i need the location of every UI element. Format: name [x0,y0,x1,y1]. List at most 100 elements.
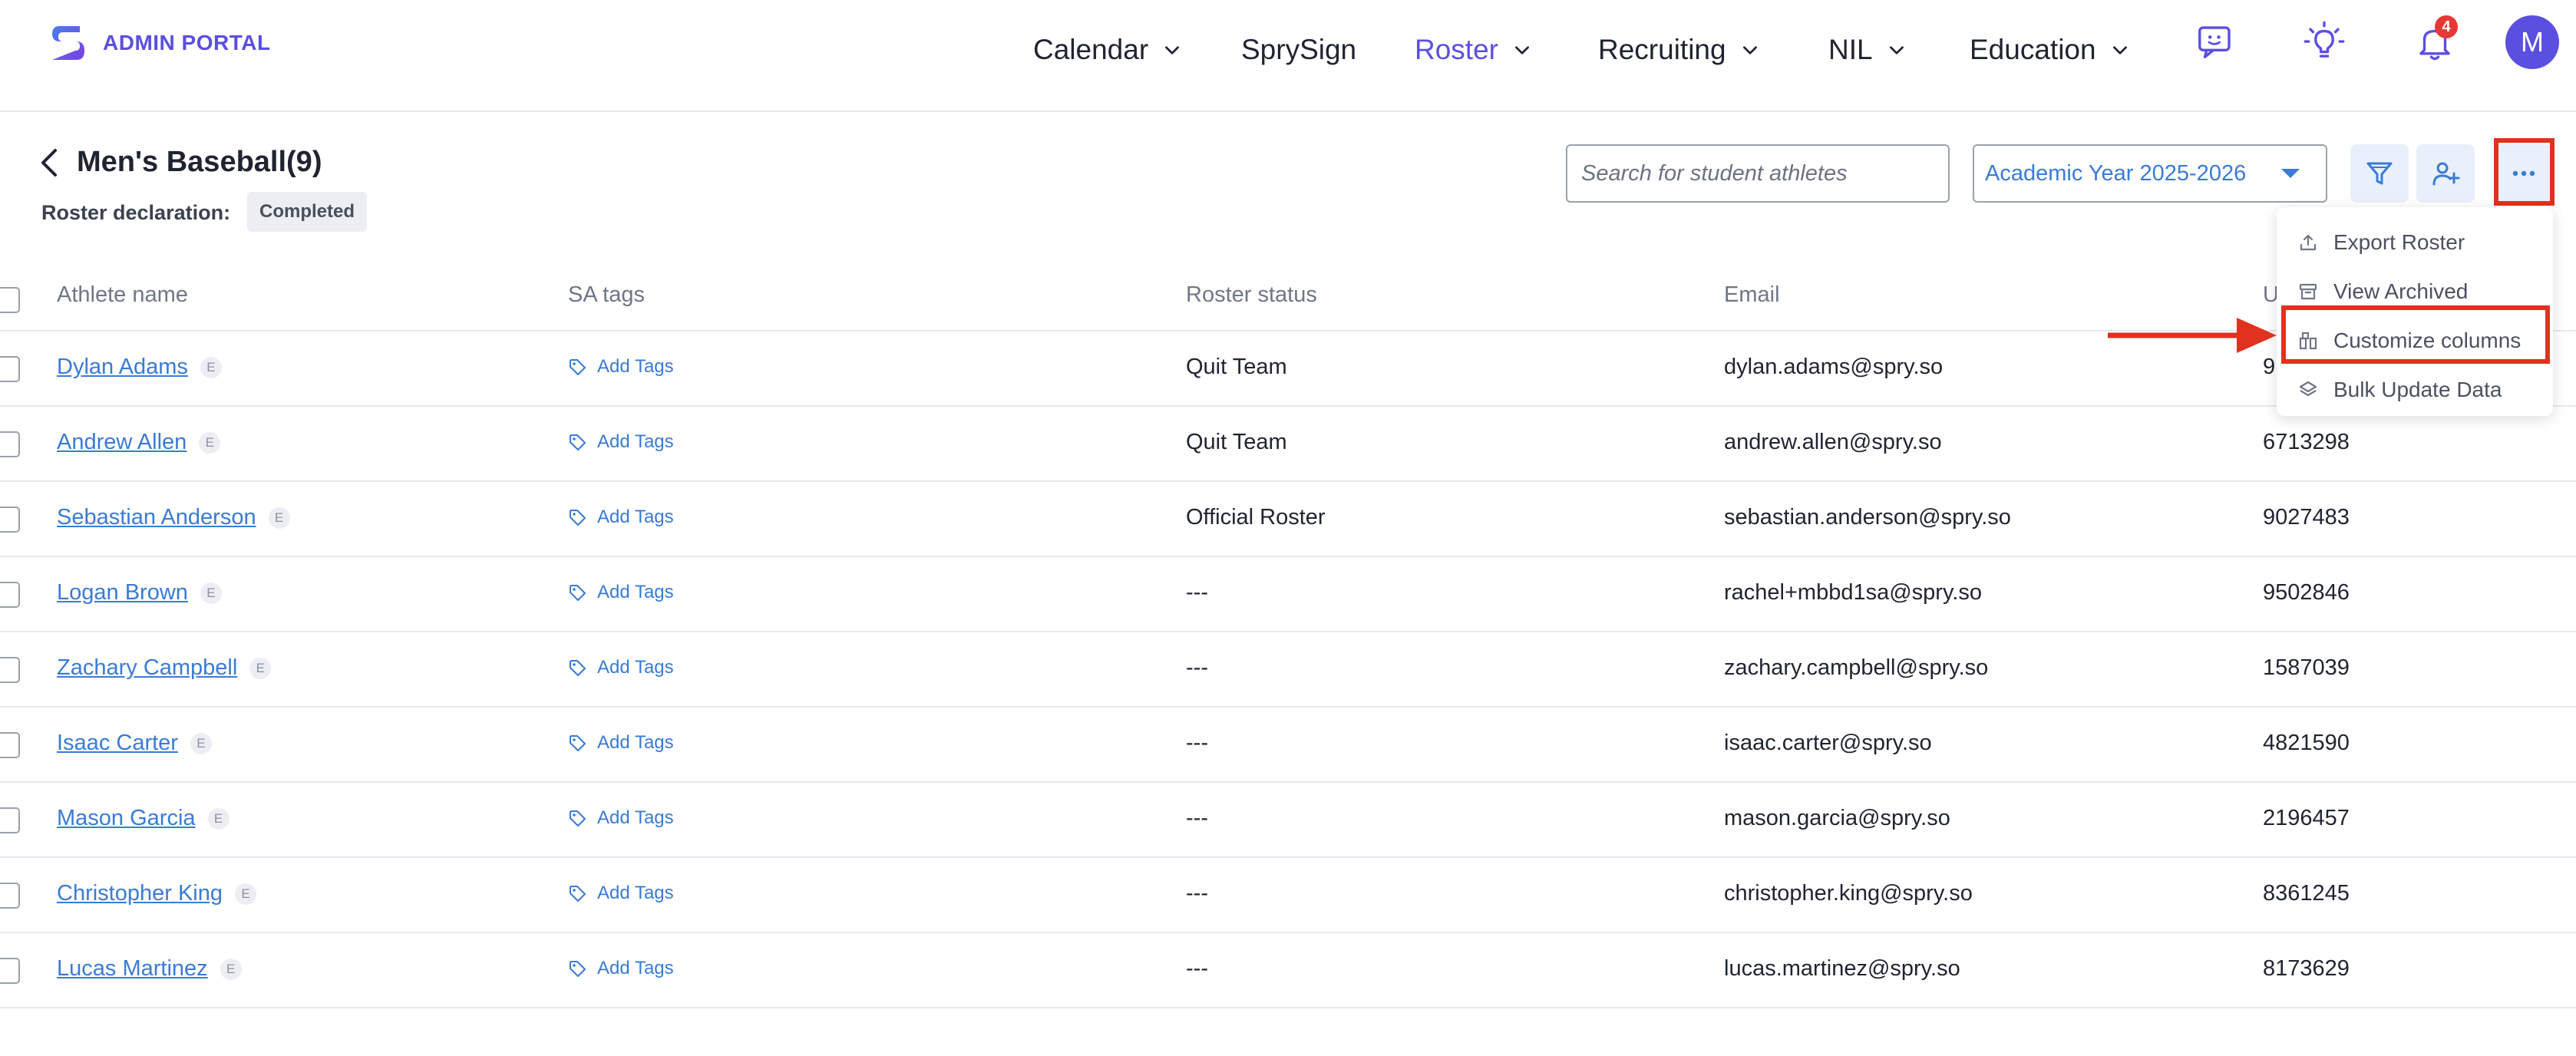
nav-calendar[interactable]: Calendar [1033,31,1182,69]
chevron-down-icon [1742,46,1757,54]
tag-icon [570,961,586,977]
chevron-down-icon [2112,46,2127,54]
more-options-highlight-box [2494,138,2555,206]
id-cell: 4821590 [2263,731,2350,755]
add-tags-button[interactable]: Add Tags [568,807,674,829]
athlete-name: Zachary Campbell [57,655,238,680]
add-tags-label: Add Tags [597,807,674,828]
column-header-roster-status[interactable]: Roster status [1186,282,1317,308]
bell-icon[interactable]: 4 [2410,15,2459,66]
menu-item-export-roster[interactable]: Export Roster [2298,223,2465,262]
customize-columns-highlight-box [2281,305,2550,364]
roster-status-cell: Quit Team [1186,355,1287,379]
select-all-checkbox[interactable] [0,287,20,313]
back-arrow-icon[interactable] [35,146,63,180]
filter-icon [2366,162,2393,185]
layers-icon [2299,381,2317,397]
red-pointer-arrow-icon [2108,318,2277,353]
brand[interactable]: ADMIN PORTAL [49,23,271,63]
row-checkbox[interactable] [0,657,20,683]
nav-recruiting-label: Recruiting [1598,34,1726,65]
column-header-sa-tags[interactable]: SA tags [568,282,645,308]
add-user-icon [2432,162,2460,186]
nav-education-label: Education [1970,34,2096,65]
table-row: Isaac Carter E Add Tags --- isaac.carter@spr… [0,708,2576,783]
athlete-name-link[interactable]: Zachary Campbell E [57,655,272,681]
academic-year-value: Academic Year 2025-2026 [1985,160,2247,186]
row-checkbox[interactable] [0,732,20,758]
chevron-down-icon [1515,46,1529,54]
search-input[interactable] [1566,144,1950,203]
row-checkbox[interactable] [0,807,20,833]
nav-nil[interactable]: NIL [1828,31,1907,69]
add-tags-button[interactable]: Add Tags [568,582,674,603]
tag-icon [570,660,586,676]
email-cell: sebastian.anderson@spry.so [1724,505,2011,530]
nav-calendar-label: Calendar [1033,34,1149,65]
add-tags-button[interactable]: Add Tags [568,657,674,678]
column-header-athlete-name[interactable]: Athlete name [57,282,188,308]
athlete-name-link[interactable]: Isaac Carter E [57,731,212,756]
athlete-name-link[interactable]: Logan Brown E [57,580,222,606]
menu-item-bulk-update-data[interactable]: Bulk Update Data [2298,370,2502,410]
nav-sprysign[interactable]: SprySign [1241,31,1356,69]
add-tags-button[interactable]: Add Tags [568,732,674,754]
athlete-name-link[interactable]: Andrew Allen E [57,430,221,455]
add-tags-label: Add Tags [597,883,674,903]
eligibility-badge: E [200,357,222,379]
add-tags-button[interactable]: Add Tags [568,883,674,904]
email-cell: andrew.allen@spry.so [1724,430,1942,454]
row-checkbox[interactable] [0,883,20,909]
id-cell: 1587039 [2263,655,2350,680]
add-tags-button[interactable]: Add Tags [568,431,674,453]
eligibility-badge: E [190,733,212,755]
athlete-name-link[interactable]: Mason Garcia E [57,806,230,831]
athlete-name-link[interactable]: Dylan Adams E [57,355,222,380]
roster-status-cell: Official Roster [1186,505,1326,530]
tag-icon [570,434,586,450]
nav-recruiting[interactable]: Recruiting [1598,31,1760,69]
eligibility-badge: E [220,959,242,981]
tag-icon [570,585,586,601]
add-tags-label: Add Tags [597,507,674,527]
id-cell: 9502846 [2263,580,2350,605]
top-navigation: ADMIN PORTAL Calendar SprySign Roster Re… [0,0,2576,112]
id-cell: 9 [2263,355,2276,379]
add-tags-button[interactable]: Add Tags [568,958,674,979]
filter-button[interactable] [2350,144,2409,203]
athlete-name: Christopher King [57,881,223,906]
nav-roster[interactable]: Roster [1415,31,1532,69]
email-cell: lucas.martinez@spry.so [1724,956,1960,981]
dropdown-caret-icon [2281,169,2300,178]
athlete-name-link[interactable]: Christopher King E [57,881,256,906]
table-row: Christopher King E Add Tags --- christopher.… [0,858,2576,933]
brand-logo-icon [52,26,84,60]
lightbulb-icon[interactable] [2300,17,2349,66]
academic-year-select[interactable]: Academic Year 2025-2026 [1973,144,2327,203]
table-row: Lucas Martinez E Add Tags --- lucas.martinez… [0,933,2576,1008]
roster-status-cell: --- [1186,731,1208,755]
athlete-name: Sebastian Anderson [57,505,256,530]
athlete-name-link[interactable]: Lucas Martinez E [57,956,242,982]
row-checkbox[interactable] [0,582,20,608]
id-cell: 9027483 [2263,505,2350,530]
column-header-email[interactable]: Email [1724,282,1780,308]
row-checkbox[interactable] [0,507,20,533]
roster-status-cell: --- [1186,881,1208,906]
athlete-name: Andrew Allen [57,430,187,454]
add-athlete-button[interactable] [2416,144,2475,203]
user-avatar[interactable]: M [2505,15,2559,69]
tag-icon [570,735,586,751]
row-checkbox[interactable] [0,958,20,984]
roster-status-cell: --- [1186,806,1208,830]
athlete-name-link[interactable]: Sebastian Anderson E [57,505,290,530]
chat-icon[interactable] [2191,17,2240,66]
tag-icon [570,359,586,375]
add-tags-button[interactable]: Add Tags [568,507,674,528]
athlete-name: Dylan Adams [57,355,188,379]
add-tags-button[interactable]: Add Tags [568,356,674,378]
nav-education[interactable]: Education [1970,31,2130,69]
tag-icon [570,886,586,902]
row-checkbox[interactable] [0,356,20,382]
row-checkbox[interactable] [0,431,20,457]
